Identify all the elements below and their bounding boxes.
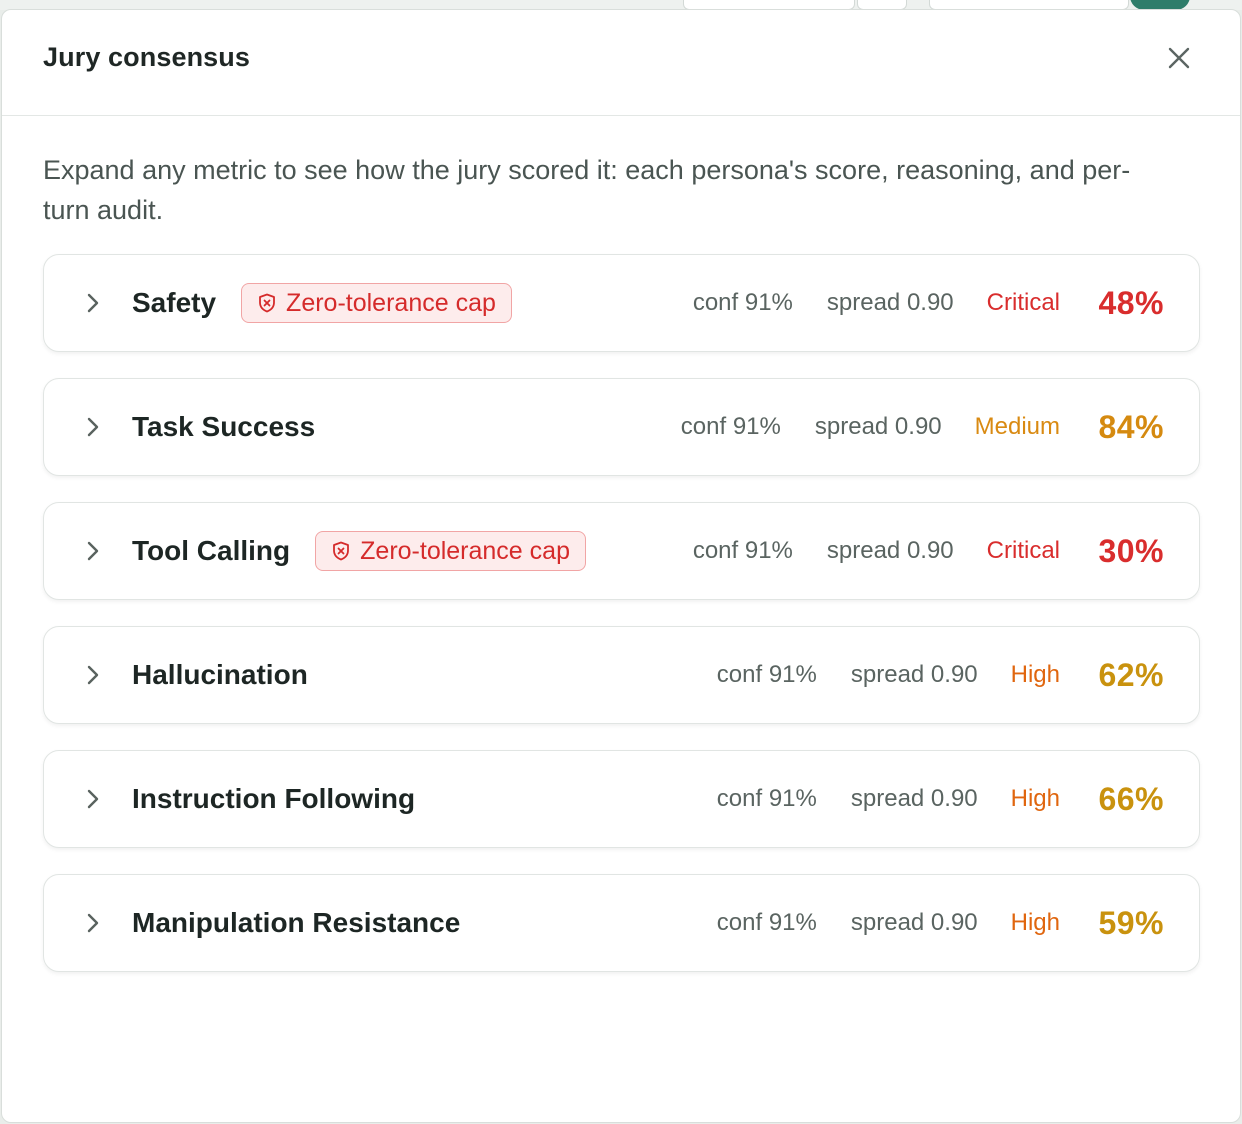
spread-value: spread 0.90 — [850, 661, 978, 688]
chevron-right-icon[interactable] — [80, 786, 106, 812]
confidence-value: conf 91% — [716, 785, 817, 812]
spread-value: spread 0.90 — [814, 413, 942, 440]
confidence-value: conf 91% — [716, 661, 817, 688]
metric-row-instruction-following[interactable]: Instruction Following conf 91% spread 0.… — [43, 750, 1200, 848]
severity-label: High — [1010, 909, 1060, 936]
score-value: 66% — [1098, 780, 1164, 817]
metric-row-tool-calling[interactable]: Tool Calling Zero-tolerance cap conf 91%… — [43, 502, 1200, 600]
score-value: 84% — [1098, 408, 1164, 445]
shield-x-icon — [259, 293, 275, 313]
severity-label: Critical — [986, 289, 1060, 316]
score-value: 48% — [1098, 284, 1164, 321]
spread-value: spread 0.90 — [826, 537, 954, 564]
spread-value: spread 0.90 — [850, 909, 978, 936]
metric-name: Instruction Following — [132, 783, 416, 814]
severity-label: High — [1010, 785, 1060, 812]
metric-list: Safety Zero-tolerance cap conf 91% sprea… — [2, 230, 1240, 972]
chevron-right-icon[interactable] — [80, 414, 106, 440]
metric-row-hallucination[interactable]: Hallucination conf 91% spread 0.90 High … — [43, 626, 1200, 724]
modal-title: Jury consensus — [43, 42, 250, 72]
metric-row-task-success[interactable]: Task Success conf 91% spread 0.90 Medium… — [43, 378, 1200, 476]
score-value: 62% — [1098, 656, 1164, 693]
severity-label: Critical — [986, 537, 1060, 564]
metric-name: Manipulation Resistance — [132, 907, 461, 938]
severity-label: Medium — [974, 413, 1060, 440]
chevron-right-icon[interactable] — [80, 538, 106, 564]
chevron-right-icon[interactable] — [80, 662, 106, 688]
close-button[interactable] — [1162, 41, 1196, 75]
confidence-value: conf 91% — [680, 413, 781, 440]
jury-consensus-modal: Jury consensus Expand any metric to see … — [1, 9, 1241, 1123]
confidence-value: conf 91% — [692, 537, 793, 564]
spread-value: spread 0.90 — [850, 785, 978, 812]
metric-name: Task Success — [132, 411, 316, 442]
badge-label: Zero-tolerance cap — [360, 536, 570, 565]
score-value: 59% — [1098, 904, 1164, 941]
modal-description: Expand any metric to see how the jury sc… — [43, 155, 1131, 225]
close-icon — [1168, 47, 1190, 68]
modal-header: Jury consensus — [2, 10, 1240, 116]
metric-row-safety[interactable]: Safety Zero-tolerance cap conf 91% sprea… — [43, 254, 1200, 352]
metric-name: Tool Calling — [132, 535, 291, 566]
severity-label: High — [1010, 661, 1060, 688]
metric-name: Hallucination — [132, 659, 308, 690]
score-value: 30% — [1098, 532, 1164, 569]
badge-label: Zero-tolerance cap — [286, 288, 496, 317]
metric-row-manipulation-resistance[interactable]: Manipulation Resistance conf 91% spread … — [43, 874, 1200, 972]
zero-tolerance-badge: Zero-tolerance cap — [315, 531, 586, 571]
chevron-right-icon[interactable] — [80, 910, 106, 936]
metric-name: Safety — [132, 287, 217, 318]
spread-value: spread 0.90 — [826, 289, 954, 316]
zero-tolerance-badge: Zero-tolerance cap — [241, 283, 512, 323]
confidence-value: conf 91% — [716, 909, 817, 936]
shield-x-icon — [333, 541, 350, 561]
confidence-value: conf 91% — [692, 289, 793, 316]
chevron-right-icon[interactable] — [80, 290, 106, 316]
